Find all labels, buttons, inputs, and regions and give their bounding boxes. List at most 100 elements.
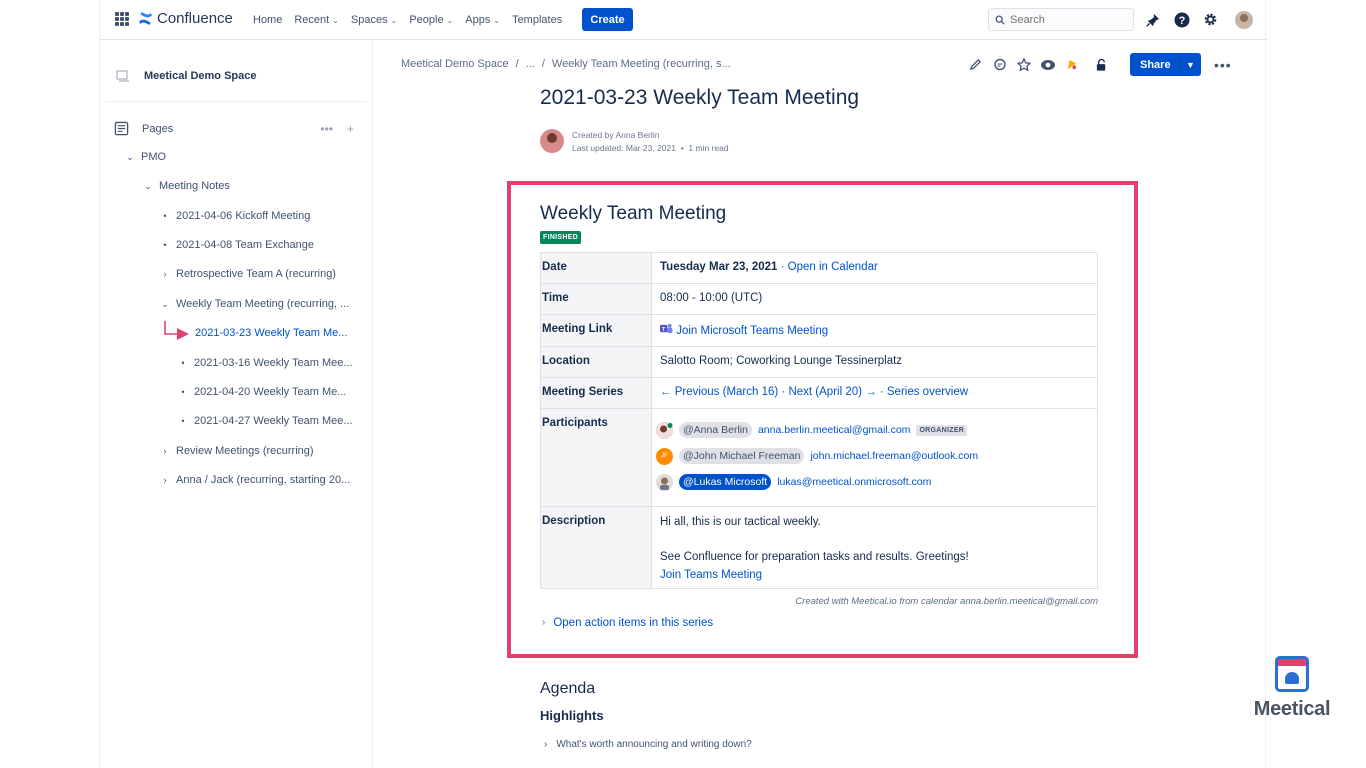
notifications-icon[interactable]: [1142, 9, 1163, 30]
chevron-right-icon: ›: [542, 617, 546, 628]
participants-label: Participants: [540, 408, 652, 507]
add-page-icon[interactable]: +: [347, 122, 354, 136]
join-teams-meeting-link[interactable]: Join Microsoft Teams Meeting: [676, 325, 828, 337]
meeting-link-label: Meeting Link: [540, 314, 652, 347]
series-separator: ·: [778, 386, 789, 398]
product-name: Confluence: [157, 10, 233, 27]
participant-mention[interactable]: @John Michael Freeman: [679, 448, 805, 464]
tree-item-review-meetings[interactable]: › Review Meetings (recurring): [161, 445, 314, 457]
top-right-icons: ?: [1142, 9, 1253, 30]
tree-item-current-page[interactable]: 2021-03-23 Weekly Team Me...: [195, 327, 347, 339]
more-actions-button[interactable]: •••: [1214, 57, 1232, 73]
chevron-right-icon[interactable]: ›: [161, 475, 169, 485]
join-teams-meeting-description-link[interactable]: Join Teams Meeting: [660, 566, 1097, 584]
participant-email[interactable]: anna.berlin.meetical@gmail.com: [758, 424, 910, 436]
nav-people[interactable]: People ⌄: [403, 0, 459, 40]
next-meeting-link[interactable]: Next (April 20) →: [788, 386, 876, 398]
expand-worth-announcing[interactable]: › What's worth announcing and writing do…: [544, 739, 752, 750]
app-switcher-icon[interactable]: [115, 12, 129, 26]
space-header[interactable]: Meetical Demo Space: [116, 69, 257, 83]
participant-row: JF @John Michael Freeman john.michael.fr…: [656, 443, 1097, 469]
tree-item-2021-04-20[interactable]: • 2021-04-20 Weekly Team Me...: [179, 386, 346, 398]
last-updated[interactable]: Last updated: Mar 23, 2021: [572, 143, 676, 153]
tree-item-retrospective[interactable]: › Retrospective Team A (recurring): [161, 268, 336, 280]
tree-item-team-exchange[interactable]: • 2021-04-08 Team Exchange: [161, 239, 314, 251]
nav-spaces[interactable]: Spaces ⌄: [345, 0, 403, 40]
chevron-down-icon[interactable]: ⌄: [161, 299, 169, 310]
create-button[interactable]: Create: [582, 8, 633, 31]
chevron-right-icon[interactable]: ›: [161, 269, 169, 279]
tree-item-kickoff[interactable]: • 2021-04-06 Kickoff Meeting: [161, 210, 310, 222]
breadcrumb-space[interactable]: Meetical Demo Space: [401, 58, 509, 70]
participant-row: @Anna Berlin anna.berlin.meetical@gmail.…: [656, 417, 1097, 443]
expand-label: What's worth announcing and writing down…: [556, 739, 752, 750]
created-by[interactable]: Created by Anna Berlin: [572, 129, 729, 142]
tree-item-anna-jack[interactable]: › Anna / Jack (recurring, starting 20...: [161, 474, 351, 486]
confluence-logo[interactable]: Confluence: [138, 10, 233, 27]
pages-icon: [114, 121, 129, 136]
edit-pencil-icon[interactable]: [966, 54, 985, 76]
chevron-right-icon: ›: [544, 739, 548, 750]
restrictions-lock-icon[interactable]: [1092, 54, 1111, 76]
chevron-down-icon: ⌄: [493, 15, 501, 25]
confluence-icon: [138, 12, 153, 25]
tree-item-2021-03-16[interactable]: • 2021-03-16 Weekly Team Mee...: [179, 357, 352, 369]
chevron-down-icon[interactable]: ⌄: [126, 152, 134, 163]
comment-icon[interactable]: [990, 54, 1009, 76]
series-overview-link[interactable]: Series overview: [887, 386, 968, 398]
open-action-items-expand[interactable]: › Open action items in this series: [542, 617, 713, 629]
description-cell: Hi all, this is our tactical weekly. See…: [651, 506, 1098, 589]
nav-home[interactable]: Home: [247, 0, 288, 40]
star-icon[interactable]: [1014, 54, 1033, 76]
tree-item-pmo[interactable]: ⌄ PMO: [126, 151, 166, 163]
user-avatar[interactable]: [1235, 10, 1253, 29]
open-in-calendar-link[interactable]: Open in Calendar: [788, 261, 878, 273]
search-box[interactable]: [988, 8, 1134, 31]
organizer-badge: ORGANIZER: [916, 424, 968, 436]
search-input[interactable]: [1010, 13, 1120, 26]
breadcrumb-parent[interactable]: Weekly Team Meeting (recurring, s...: [552, 58, 731, 70]
participant-email[interactable]: lukas@meetical.onmicrosoft.com: [777, 476, 931, 488]
chevron-down-icon: ⌄: [390, 15, 398, 25]
nav-spaces-label: Spaces: [350, 14, 388, 26]
share-button[interactable]: Share: [1130, 53, 1179, 76]
meetical-brand-name: Meetical: [1253, 698, 1331, 720]
location-value: Salotto Room; Coworking Lounge Tessinerp…: [651, 346, 1098, 378]
breadcrumb-ellipsis[interactable]: ...: [526, 58, 535, 70]
tree-item-label: PMO: [141, 151, 167, 163]
nav-apps[interactable]: Apps ⌄: [459, 0, 506, 40]
watch-eye-icon[interactable]: [1038, 54, 1057, 76]
help-icon[interactable]: ?: [1171, 9, 1192, 30]
series-label: Meeting Series: [540, 377, 652, 409]
date-value-cell: Tuesday Mar 23, 2021 · Open in Calendar: [651, 252, 1098, 284]
tree-item-label: 2021-04-20 Weekly Team Me...: [194, 386, 347, 398]
tree-item-2021-04-27[interactable]: • 2021-04-27 Weekly Team Mee...: [179, 415, 352, 427]
nav-recent[interactable]: Recent ⌄: [288, 0, 345, 40]
tree-item-weekly-team-meeting[interactable]: ⌄ Weekly Team Meeting (recurring, ...: [161, 298, 349, 310]
settings-gear-icon[interactable]: [1200, 9, 1221, 30]
share-dropdown-chevron-icon[interactable]: ▼: [1179, 53, 1201, 76]
meetical-app-icon[interactable]: [1062, 54, 1081, 76]
highlights-heading: Highlights: [540, 708, 604, 723]
participant-row: @Lukas Microsoft lukas@meetical.onmicros…: [656, 469, 1097, 495]
chevron-down-icon[interactable]: ⌄: [144, 181, 152, 192]
participant-mention-self[interactable]: @Lukas Microsoft: [679, 474, 772, 490]
space-avatar-icon: [116, 69, 130, 83]
more-options-icon[interactable]: •••: [320, 122, 333, 136]
nav-templates[interactable]: Templates: [506, 0, 568, 40]
meeting-title: Weekly Team Meeting: [540, 203, 727, 224]
description-line-1: Hi all, this is our tactical weekly.: [660, 516, 821, 528]
participant-email[interactable]: john.michael.freeman@outlook.com: [810, 450, 978, 462]
nav-templates-label: Templates: [512, 14, 563, 26]
sidebar: Meetical Demo Space Pages ••• + ⌄ PMO ⌄ …: [100, 41, 373, 768]
tree-item-meeting-notes[interactable]: ⌄ Meeting Notes: [144, 180, 230, 192]
author-avatar[interactable]: [540, 129, 564, 153]
status-badge: FINISHED: [540, 231, 582, 244]
pages-label[interactable]: Pages: [142, 123, 173, 135]
time-value: 08:00 - 10:00 (UTC): [651, 283, 1098, 315]
chevron-right-icon[interactable]: ›: [161, 446, 169, 456]
read-time: 1 min read: [688, 143, 729, 153]
previous-meeting-link[interactable]: ← Previous (March 16): [660, 386, 778, 398]
breadcrumb-separator: /: [515, 58, 519, 70]
participant-mention[interactable]: @Anna Berlin: [679, 422, 752, 438]
